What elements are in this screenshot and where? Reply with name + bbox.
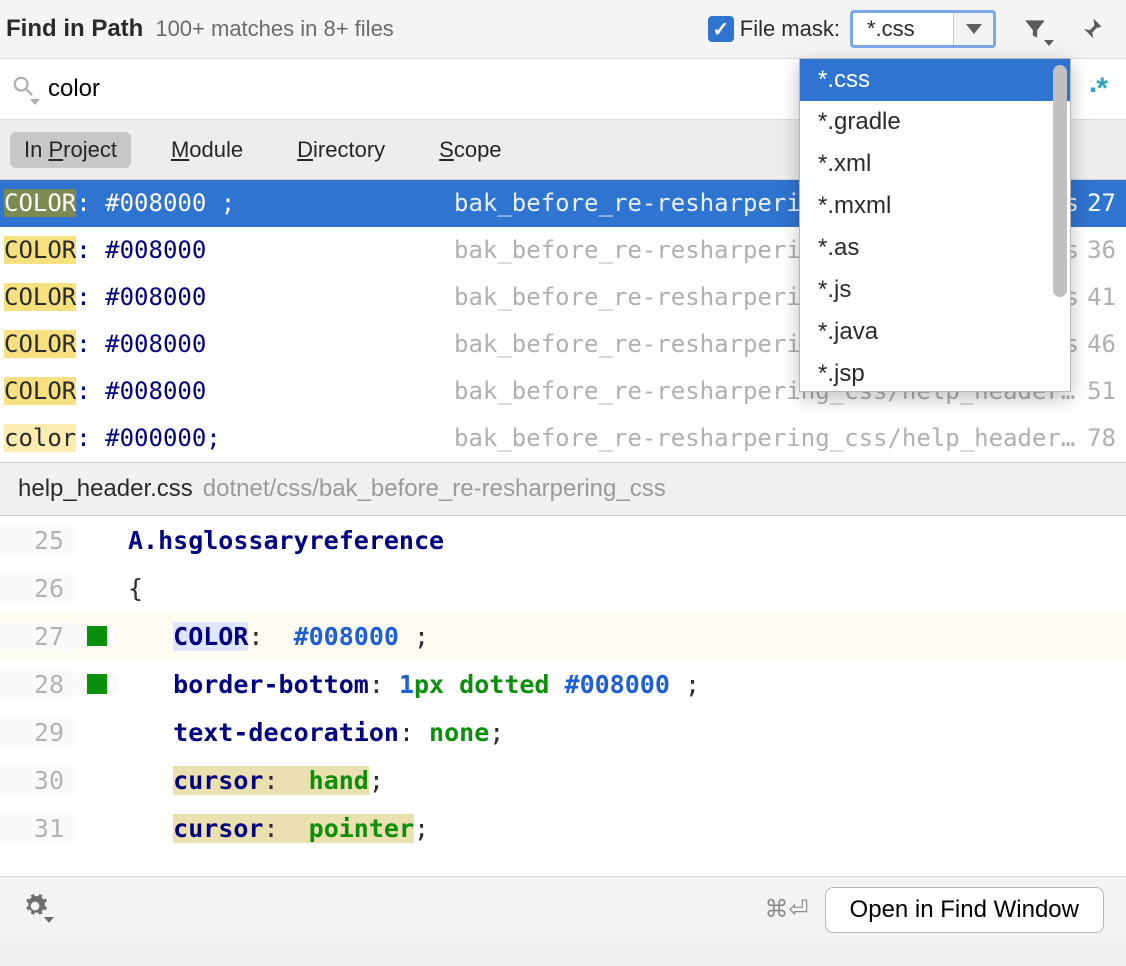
line-number: 25 — [0, 526, 76, 555]
code-preview[interactable]: 25 A.hsglossaryreference 26 { 27 COLOR: … — [0, 516, 1126, 876]
dropdown-option[interactable]: *.as — [800, 227, 1070, 269]
result-line-number: 27 — [1087, 189, 1116, 217]
result-line-number: 36 — [1087, 236, 1116, 264]
search-icon — [10, 75, 36, 103]
filter-icon[interactable] — [1018, 12, 1052, 46]
preview-file-name: help_header.css — [18, 475, 193, 503]
match-highlight: COLOR — [4, 283, 76, 311]
dialog-header: Find in Path 100+ matches in 8+ files ✓ … — [0, 0, 1126, 58]
match-context: : #008000 — [76, 330, 206, 358]
dropdown-option[interactable]: *.java — [800, 311, 1070, 353]
file-mask-checkbox[interactable]: ✓ — [708, 16, 734, 42]
file-mask-combobox[interactable]: *.css — [850, 10, 996, 48]
dropdown-option[interactable]: *.gradle — [800, 101, 1070, 143]
line-number: 26 — [0, 574, 76, 603]
dropdown-option[interactable]: *.mxml — [800, 185, 1070, 227]
open-in-find-window-button[interactable]: Open in Find Window — [825, 887, 1104, 933]
result-row[interactable]: color: #000000; bak_before_re-resharperin… — [0, 415, 1126, 462]
scope-scope[interactable]: Scope — [425, 132, 515, 168]
dropdown-option[interactable]: *.xml — [800, 143, 1070, 185]
chevron-down-icon[interactable] — [953, 13, 993, 45]
scrollbar-thumb[interactable] — [1053, 65, 1067, 297]
result-path: bak_before_re-resharpering_css/help_head… — [454, 424, 1079, 452]
match-context: : #008000 — [76, 236, 206, 264]
pin-icon[interactable] — [1074, 12, 1108, 46]
keyboard-shortcut: ⌘⏎ — [764, 895, 808, 924]
dropdown-option[interactable]: *.jsp — [800, 353, 1070, 391]
dialog-title: Find in Path — [6, 15, 143, 43]
result-line-number: 41 — [1087, 283, 1116, 311]
match-context: : #008000 ; — [76, 189, 235, 217]
color-swatch-icon — [76, 674, 118, 694]
match-highlight: COLOR — [4, 330, 76, 358]
match-highlight: COLOR — [4, 377, 76, 405]
line-number: 31 — [0, 814, 76, 843]
result-line-number: 46 — [1087, 330, 1116, 358]
match-context: : #000000; — [76, 424, 221, 452]
match-highlight: COLOR — [4, 236, 76, 264]
color-swatch-icon — [76, 626, 118, 646]
file-mask-dropdown[interactable]: *.css*.gradle*.xml*.mxml*.as*.js*.java*.… — [799, 58, 1071, 392]
preview-header: help_header.css dotnet/css/bak_before_re… — [0, 462, 1126, 516]
chevron-down-icon — [44, 917, 54, 923]
regex-toggle-icon[interactable]: ▪* — [1090, 72, 1108, 106]
dialog-footer: ⌘⏎ Open in Find Window — [0, 876, 1126, 942]
match-context: : #008000 — [76, 377, 206, 405]
file-mask-label: File mask: — [740, 16, 840, 42]
scope-directory[interactable]: Directory — [283, 132, 399, 168]
scope-module[interactable]: Module — [157, 132, 257, 168]
line-number: 28 — [0, 670, 76, 699]
result-line-number: 51 — [1087, 377, 1116, 405]
result-line-number: 78 — [1087, 424, 1116, 452]
match-highlight: color — [4, 424, 76, 452]
file-mask-value: *.css — [853, 13, 953, 45]
preview-file-dir: dotnet/css/bak_before_re-resharpering_cs… — [203, 475, 666, 503]
dropdown-option[interactable]: *.css — [800, 59, 1070, 101]
match-count: 100+ matches in 8+ files — [155, 16, 393, 42]
scope-in-project[interactable]: In Project — [10, 132, 131, 168]
line-number: 29 — [0, 718, 76, 747]
line-number: 27 — [0, 622, 76, 651]
line-number: 30 — [0, 766, 76, 795]
match-context: : #008000 — [76, 283, 206, 311]
dropdown-option[interactable]: *.js — [800, 269, 1070, 311]
match-highlight: COLOR — [4, 189, 76, 217]
